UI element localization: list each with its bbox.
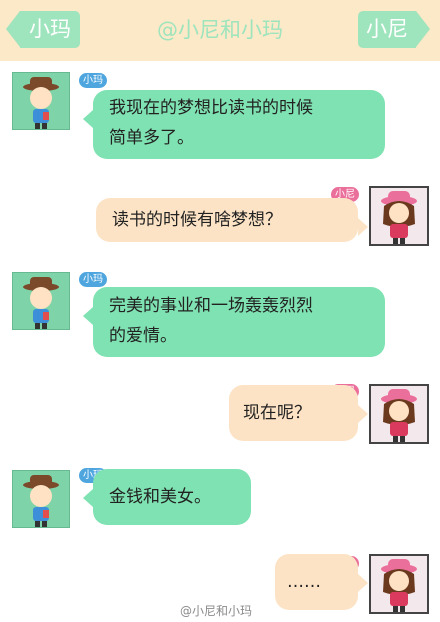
- watermark: @小尼和小玛: [180, 604, 253, 618]
- avatar-xiaoma[interactable]: [12, 72, 70, 130]
- boy-with-hat-avatar-icon: [23, 277, 59, 329]
- avatar-xiaoma[interactable]: [12, 272, 70, 330]
- message-text: 的爱情。: [109, 326, 177, 346]
- avatar-xiaoma[interactable]: [12, 470, 70, 528]
- avatar-xiaoni[interactable]: [369, 186, 429, 246]
- message-text: 金钱和美女。: [109, 487, 211, 507]
- message-text: 我现在的梦想比读书的时候: [109, 98, 313, 118]
- sender-badge: 小玛: [79, 272, 107, 287]
- message-text: 读书的时候有啥梦想？: [112, 210, 282, 230]
- boy-with-hat-avatar-icon: [23, 475, 59, 527]
- message-text: 现在呢？: [243, 403, 311, 423]
- message-bubble-sent: 读书的时候有啥梦想？: [96, 198, 368, 242]
- profile-button[interactable]: 小尼: [358, 11, 430, 48]
- message-bubble-sent: ……: [275, 554, 368, 610]
- message-text: 完美的事业和一场轰轰烈烈: [109, 296, 313, 316]
- message-bubble-received: 完美的事业和一场轰轰烈烈 的爱情。: [83, 287, 385, 357]
- girl-with-pink-hat-avatar-icon: [381, 389, 417, 442]
- back-button[interactable]: 小玛: [6, 11, 80, 48]
- girl-with-pink-hat-avatar-icon: [381, 191, 417, 244]
- boy-with-hat-avatar-icon: [23, 77, 59, 129]
- message-text: 简单多了。: [109, 128, 194, 148]
- girl-with-pink-hat-avatar-icon: [381, 559, 417, 612]
- message-bubble-sent: 现在呢？: [229, 385, 368, 441]
- avatar-xiaoni[interactable]: [369, 384, 429, 444]
- chat-title: @小尼和小玛: [157, 18, 283, 42]
- message-bubble-received: 我现在的梦想比读书的时候 简单多了。: [83, 90, 385, 159]
- chat-header: 小玛 @小尼和小玛 小尼: [0, 0, 440, 61]
- message-bubble-received: 金钱和美女。: [83, 469, 251, 525]
- message-text: ……: [287, 572, 321, 592]
- avatar-xiaoni[interactable]: [369, 554, 429, 614]
- sender-badge: 小玛: [79, 73, 107, 88]
